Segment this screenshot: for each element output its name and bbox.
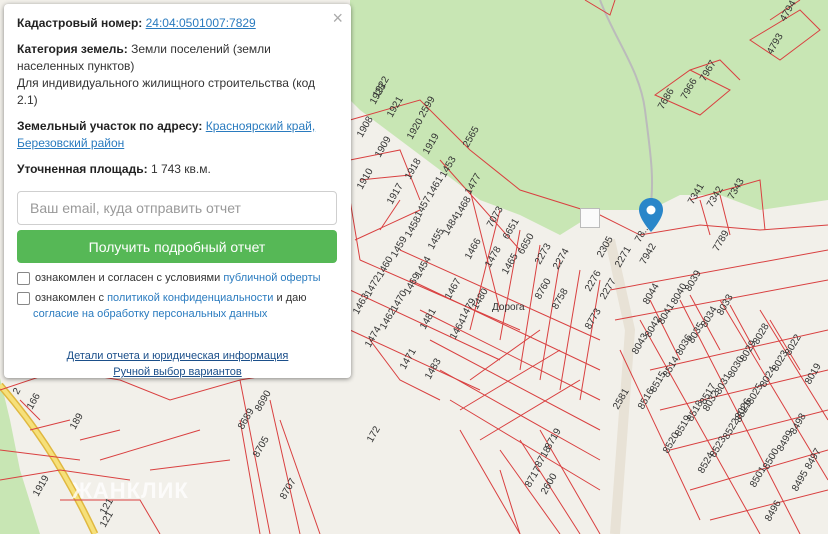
privacy-suffix-text: и даю bbox=[276, 292, 307, 304]
permitted-use-value: Для индивидуального жилищного строительс… bbox=[17, 76, 315, 107]
privacy-prefix-text: ознакомлен с bbox=[35, 292, 105, 304]
offer-checkbox[interactable] bbox=[17, 272, 30, 285]
broken-image-icon bbox=[580, 208, 600, 228]
land-category-label: Категория земель: bbox=[17, 42, 128, 56]
map-pin-icon[interactable] bbox=[639, 198, 663, 232]
area-row: Уточненная площадь: 1 743 кв.м. bbox=[17, 161, 338, 178]
offer-consent-row: ознакомлен и согласен с условиями публич… bbox=[17, 270, 338, 286]
offer-consent-text: ознакомлен и согласен с условиями публич… bbox=[35, 270, 321, 286]
privacy-checkbox[interactable] bbox=[17, 292, 30, 305]
privacy-consent-text: ознакомлен с политикой конфиденциальност… bbox=[35, 290, 307, 306]
panel-footer-links: Детали отчета и юридическая информация Р… bbox=[17, 348, 338, 380]
cadastral-number-row: Кадастровый номер: 24:04:0501007:7829 bbox=[17, 15, 338, 32]
watermark-text: ЖАНКЛИК bbox=[72, 478, 189, 503]
manual-selection-link[interactable]: Ручной выбор вариантов bbox=[17, 364, 338, 380]
cadastral-number-label: Кадастровый номер: bbox=[17, 16, 143, 30]
close-icon[interactable]: × bbox=[332, 8, 343, 28]
area-label: Уточненная площадь: bbox=[17, 162, 148, 176]
report-details-link[interactable]: Детали отчета и юридическая информация bbox=[17, 348, 338, 364]
privacy-consent-row: ознакомлен с политикой конфиденциальност… bbox=[17, 290, 338, 306]
personal-data-consent-link[interactable]: согласие на обработку персональных данны… bbox=[17, 306, 338, 322]
parcel-info-panel: × Кадастровый номер: 24:04:0501007:7829 … bbox=[4, 4, 351, 378]
address-label: Земельный участок по адресу: bbox=[17, 119, 203, 133]
privacy-policy-link[interactable]: политикой конфиденциальности bbox=[107, 292, 273, 304]
land-category-row: Категория земель: Земли поселений (земли… bbox=[17, 41, 338, 109]
offer-prefix-text: ознакомлен и согласен с условиями bbox=[35, 272, 221, 284]
public-offer-link[interactable]: публичной оферты bbox=[223, 272, 320, 284]
area-value: 1 743 кв.м. bbox=[150, 162, 211, 176]
cadastral-number-link[interactable]: 24:04:0501007:7829 bbox=[146, 16, 256, 30]
get-report-button[interactable]: Получить подробный отчет bbox=[17, 230, 337, 263]
email-input[interactable] bbox=[17, 191, 337, 225]
road-label: Дорога bbox=[492, 302, 525, 313]
address-row: Земельный участок по адресу: Красноярски… bbox=[17, 118, 338, 152]
